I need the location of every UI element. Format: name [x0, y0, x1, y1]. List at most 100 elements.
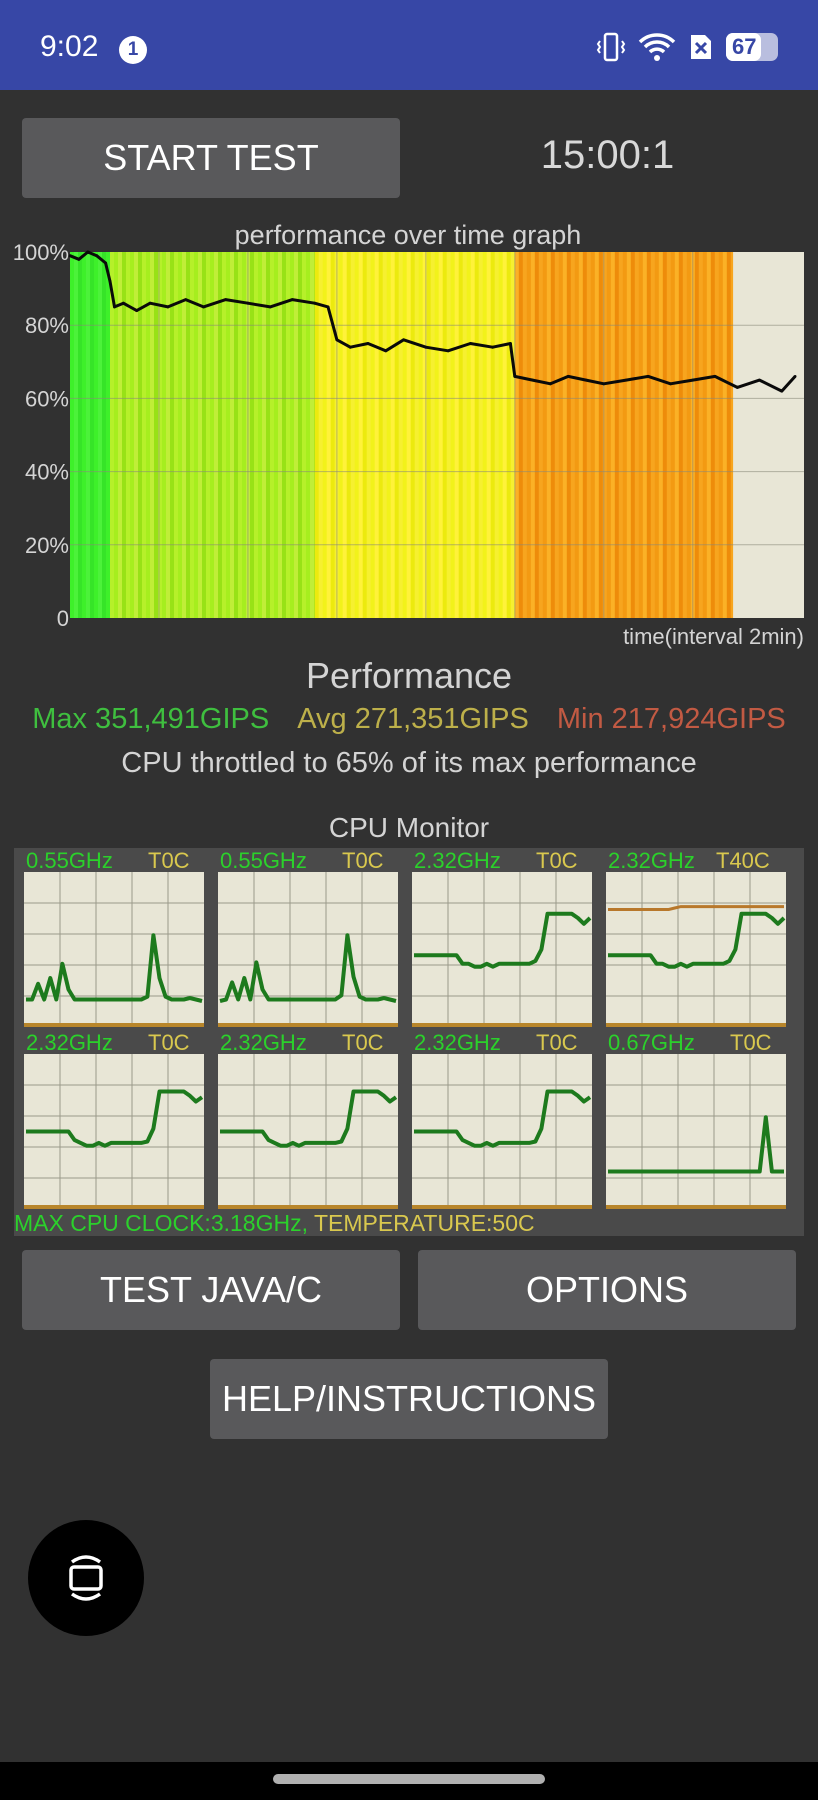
chart-band-stripe — [98, 252, 103, 618]
chart-point — [77, 257, 81, 261]
chart-band-stripe — [230, 252, 235, 618]
chart-point — [602, 382, 606, 386]
chart-band-stripe — [670, 252, 676, 618]
chart-band-stripe — [474, 252, 479, 618]
cpu-core-frequency: 2.32GHz — [414, 848, 501, 873]
chart-band-stripe — [722, 252, 728, 618]
cpu-core-frequency: 2.32GHz — [220, 1030, 307, 1055]
chart-band-stripe — [478, 252, 483, 618]
chart-point — [348, 345, 352, 349]
cpu-core-cell: 2.32GHz T0C — [24, 1030, 204, 1211]
chart-band-stripe — [150, 252, 155, 618]
chart-band-stripe — [358, 252, 363, 618]
chart-band-stripe — [222, 252, 227, 618]
chart-point — [531, 378, 534, 382]
chart-band-stripe — [466, 252, 471, 618]
chart-point — [95, 254, 99, 258]
gesture-handle[interactable] — [273, 1774, 545, 1784]
chart-band-stripe — [550, 252, 556, 618]
chart-point — [366, 342, 370, 345]
chart-band-stripe — [86, 252, 91, 618]
chart-band-stripe — [554, 252, 560, 618]
cpu-chart-baseline — [24, 1023, 204, 1027]
chart-band-stripe — [590, 252, 596, 618]
chart-band-stripe — [106, 252, 111, 618]
chart-band-stripe — [618, 252, 624, 618]
floating-rotate-button[interactable] — [28, 1520, 144, 1636]
cpu-core-cell: 0.55GHz T0C — [218, 848, 398, 1029]
cpu-chart-bg — [218, 872, 398, 1027]
chart-band-stripe — [526, 252, 532, 618]
cpu-core-frequency: 2.32GHz — [414, 1030, 501, 1055]
chart-band-stripe — [382, 252, 387, 618]
throttle-summary: CPU throttled to 65% of its max performa… — [121, 747, 697, 779]
chart-band-stripe — [486, 252, 491, 618]
chart-band-stripe — [82, 252, 87, 618]
cpu-core-temperature: T0C — [342, 848, 384, 873]
chart-band-stripe — [186, 252, 191, 618]
chart-band-stripe — [210, 252, 215, 618]
status-bar: 9:02 1 67 — [0, 0, 818, 90]
chart-point — [202, 305, 205, 309]
chart-band-stripe — [522, 252, 528, 618]
chart-band-stripe — [374, 252, 379, 618]
chart-band-stripe — [366, 252, 371, 618]
chart-band-stripe — [506, 252, 511, 618]
chart-point — [509, 342, 512, 345]
chart-band-stripe — [282, 252, 287, 618]
chart-band-max — [70, 252, 111, 618]
cpu-chart-baseline — [218, 1023, 398, 1027]
chart-band-stripe — [714, 252, 720, 618]
chart-point — [691, 378, 695, 382]
chart-band-stripe — [594, 252, 600, 618]
chart-band-stripe — [350, 252, 355, 618]
start-test-button[interactable]: START TEST — [22, 118, 400, 198]
test-timer: 15:00:1 — [540, 133, 675, 177]
options-button[interactable]: OPTIONS — [418, 1250, 796, 1330]
chart-x-axis-label: time(interval 2min) — [623, 624, 804, 649]
chart-band-stripe — [378, 252, 383, 618]
cpu-core-cell: 0.55GHz T0C — [24, 848, 204, 1029]
chart-point — [758, 378, 761, 382]
chart-band-stripe — [74, 252, 79, 618]
chart-point — [122, 301, 125, 305]
chart-point — [402, 338, 405, 342]
help-instructions-button[interactable]: HELP/INSTRUCTIONS — [210, 1359, 608, 1439]
cpu-core-chart — [412, 1054, 592, 1209]
cpu-monitor-panel: MAX CPU CLOCK:3.18GHz, TEMPERATURE:50C 0… — [14, 848, 804, 1236]
chart-point — [713, 375, 717, 378]
chart-band-stripe — [662, 252, 668, 618]
chart-point — [549, 382, 552, 386]
chart-band-stripe — [694, 252, 700, 618]
chart-band-stripe — [718, 252, 724, 618]
chart-band-stripe — [534, 252, 540, 618]
test-java-c-button[interactable]: TEST JAVA/C — [22, 1250, 400, 1330]
chart-point — [268, 305, 272, 309]
chart-band-stripe — [470, 252, 475, 618]
chart-band-stripe — [686, 252, 692, 618]
chart-band-stripe — [194, 252, 199, 618]
chart-band-stripe — [94, 252, 99, 618]
chart-band-stripe — [518, 252, 524, 618]
chart-band-stripe — [174, 252, 179, 618]
chart-band-stripe — [218, 252, 223, 618]
chart-point — [224, 298, 228, 301]
chart-band-stripe — [146, 252, 151, 618]
chart-band-stripe — [726, 252, 732, 618]
chart-point — [584, 378, 588, 382]
chart-band-stripe — [278, 252, 283, 618]
chart-band-stripe — [370, 252, 375, 618]
cpu-core-frequency: 0.55GHz — [26, 848, 113, 873]
chart-band-stripe — [614, 252, 620, 618]
chart-point — [624, 378, 628, 382]
chart-band-stripe — [314, 252, 319, 618]
chart-band-stripe — [306, 252, 311, 618]
cpu-core-cell: 2.32GHz T40C — [606, 848, 786, 1029]
chart-point — [104, 261, 107, 265]
chart-band-stripe — [182, 252, 187, 618]
chart-y-tick-label: 100% — [13, 240, 69, 265]
chart-band-stripe — [294, 252, 299, 618]
chart-band-stripe — [430, 252, 435, 618]
cpu-core-temperature: T40C — [716, 848, 770, 873]
battery-icon: 67 — [726, 33, 778, 61]
